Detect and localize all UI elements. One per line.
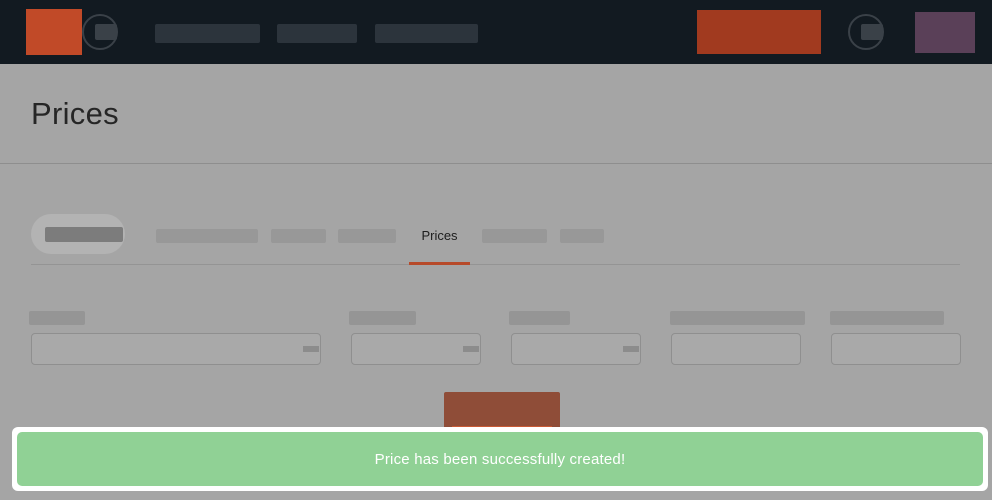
user-avatar[interactable] bbox=[915, 12, 975, 53]
tab-bar: Prices bbox=[31, 210, 960, 265]
nav-item-2[interactable] bbox=[277, 24, 357, 43]
tab-prices[interactable]: Prices bbox=[409, 210, 470, 265]
top-navigation-bar bbox=[0, 0, 992, 64]
filter-date-to[interactable] bbox=[831, 333, 961, 365]
primary-action-button[interactable] bbox=[697, 10, 821, 54]
filter-date-from[interactable] bbox=[671, 333, 801, 365]
help-icon[interactable] bbox=[82, 14, 118, 50]
page-title: Prices bbox=[31, 96, 119, 131]
page-header: Prices bbox=[0, 64, 992, 164]
filter-select-2[interactable] bbox=[351, 333, 481, 365]
search-button[interactable] bbox=[444, 392, 560, 432]
nav-item-3[interactable] bbox=[375, 24, 478, 43]
nav-item-1[interactable] bbox=[155, 24, 260, 43]
tab-1[interactable] bbox=[156, 229, 258, 243]
filter-label-5 bbox=[830, 311, 944, 325]
app-logo[interactable] bbox=[26, 9, 82, 55]
filter-label-1 bbox=[29, 311, 85, 325]
tab-3[interactable] bbox=[338, 229, 396, 243]
filter-select-1[interactable] bbox=[31, 333, 321, 365]
filter-label-2 bbox=[349, 311, 416, 325]
filter-label-3 bbox=[509, 311, 570, 325]
success-toast[interactable]: Price has been successfully created! bbox=[17, 432, 983, 486]
chevron-down-icon bbox=[623, 346, 639, 352]
toast-message: Price has been successfully created! bbox=[374, 450, 626, 468]
tab-6[interactable] bbox=[560, 229, 604, 243]
chevron-down-icon bbox=[463, 346, 479, 352]
notifications-icon[interactable] bbox=[848, 14, 884, 50]
tab-prices-label: Prices bbox=[421, 228, 458, 243]
chevron-down-icon bbox=[303, 346, 319, 352]
toast-container: Price has been successfully created! bbox=[12, 427, 988, 491]
tab-2[interactable] bbox=[271, 229, 326, 243]
filter-select-3[interactable] bbox=[511, 333, 641, 365]
tab-5[interactable] bbox=[482, 229, 547, 243]
filter-label-4 bbox=[670, 311, 805, 325]
back-button[interactable] bbox=[31, 214, 125, 254]
